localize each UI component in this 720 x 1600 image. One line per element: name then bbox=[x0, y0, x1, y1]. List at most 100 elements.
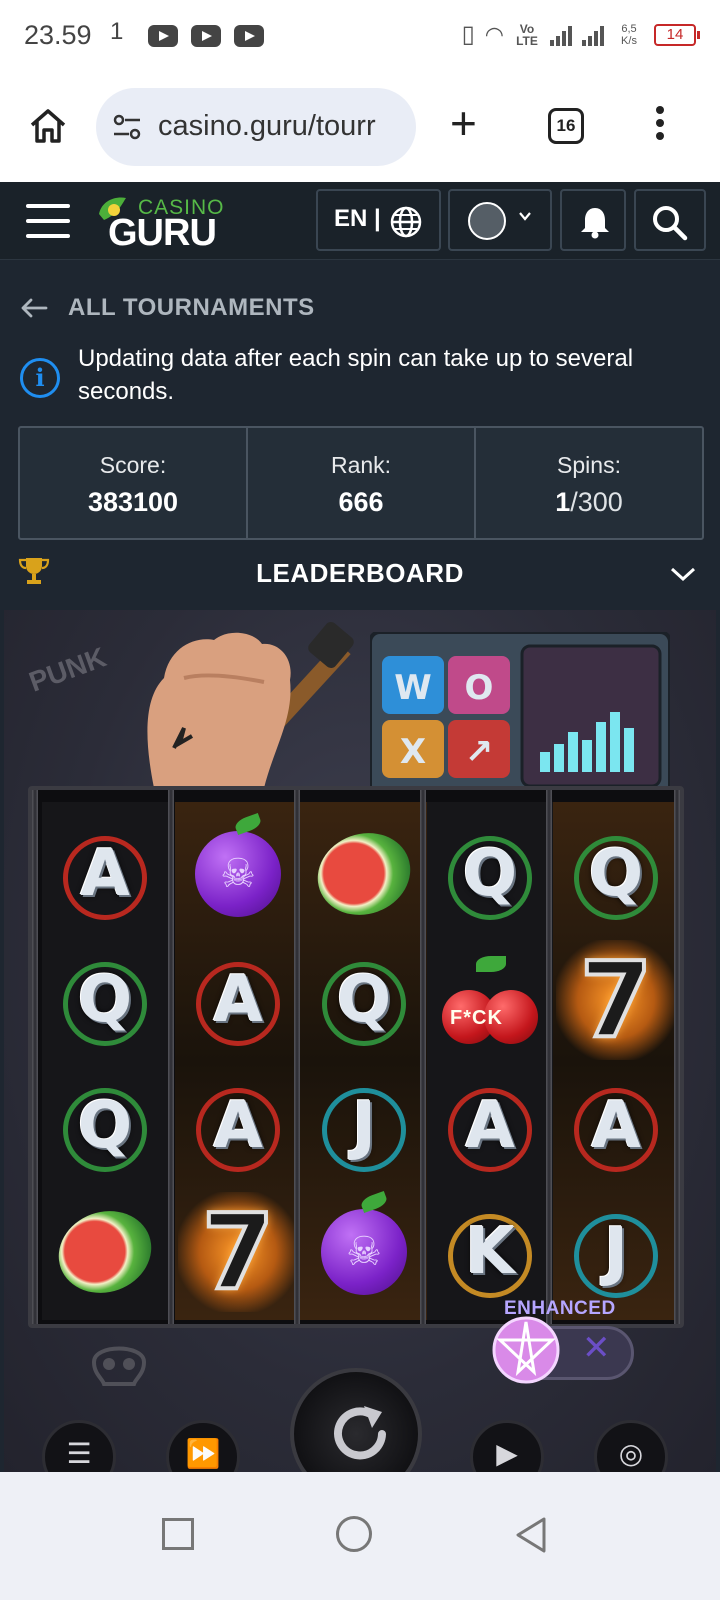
battery-icon: 14 bbox=[654, 23, 700, 46]
drum-pad-machine: W O X ↗ bbox=[370, 632, 670, 798]
rank-value: 666 bbox=[338, 487, 384, 517]
volte-label: Vo LTE bbox=[516, 21, 538, 48]
info-icon: i bbox=[20, 358, 60, 398]
symbol-jack: J bbox=[556, 1192, 676, 1312]
symbol-queen: Q bbox=[304, 940, 424, 1060]
fast-forward-icon: ⏩ bbox=[185, 1438, 221, 1469]
youtube-icon bbox=[191, 25, 221, 47]
menu-button[interactable]: ☰ bbox=[42, 1420, 116, 1472]
reel: Q F*CK A K bbox=[427, 802, 553, 1320]
spins-label: Spins: bbox=[557, 452, 621, 478]
url-text[interactable]: casino.guru/tourr bbox=[158, 110, 376, 143]
pad-letter: W bbox=[394, 668, 432, 708]
leaderboard-title: LEADERBOARD bbox=[256, 558, 464, 588]
arrow-left-icon bbox=[21, 298, 48, 318]
leaderboard-toggle[interactable]: LEADERBOARD bbox=[0, 544, 720, 606]
symbol-watermelon bbox=[45, 1192, 165, 1312]
chevron-down-icon bbox=[670, 567, 696, 582]
autoplay-button[interactable]: ▶ bbox=[470, 1420, 544, 1472]
symbol-ace: A bbox=[430, 1066, 550, 1186]
vibrate-icon: ▯ bbox=[461, 21, 475, 48]
reel: ☠ A A 7 bbox=[175, 802, 301, 1320]
system-nav-bar bbox=[0, 1472, 720, 1600]
reel: Q J ☠ bbox=[301, 802, 427, 1320]
pentagram-icon bbox=[492, 1316, 560, 1384]
status-icons: ▯ ◠ Vo LTE 6,5 K/s 14 bbox=[461, 20, 700, 49]
pad-letter: X bbox=[400, 732, 426, 772]
symbol-queen: Q bbox=[45, 1066, 165, 1186]
score-value: 383100 bbox=[87, 487, 179, 517]
symbol-ace: A bbox=[45, 814, 165, 934]
hamburger-icon[interactable] bbox=[26, 204, 70, 238]
enhanced-off-icon: ✕ bbox=[582, 1329, 611, 1367]
play-icon: ▶ bbox=[496, 1438, 518, 1469]
browser-toolbar: casino.guru/tourr + 16 bbox=[0, 72, 720, 182]
back-to-tournaments-link[interactable]: ALL TOURNAMENTS bbox=[20, 290, 315, 326]
symbol-queen: Q bbox=[556, 814, 676, 934]
rank-stat: Rank: 666 bbox=[248, 428, 476, 538]
symbol-jack: J bbox=[304, 1066, 424, 1186]
recents-button[interactable] bbox=[162, 1518, 194, 1550]
site-settings-icon[interactable] bbox=[112, 114, 142, 140]
signal-icon bbox=[582, 24, 604, 46]
symbol-watermelon bbox=[304, 814, 424, 934]
notifications-button[interactable] bbox=[560, 189, 626, 251]
skull-graffiti bbox=[91, 1346, 147, 1386]
globe-icon bbox=[390, 206, 422, 238]
new-tab-button[interactable]: + bbox=[450, 100, 477, 146]
symbol-ace: A bbox=[556, 1066, 676, 1186]
symbol-queen: Q bbox=[45, 940, 165, 1060]
pad-letter: O bbox=[465, 668, 494, 708]
user-menu-button[interactable] bbox=[448, 189, 552, 251]
status-bar: 23.59 1 ▯ ◠ Vo LTE 6,5 K/s 14 bbox=[0, 0, 720, 72]
symbol-ace: A bbox=[178, 1066, 298, 1186]
language-selector[interactable]: EN | bbox=[316, 189, 441, 251]
spins-stat: Spins: 1/300 bbox=[476, 428, 702, 538]
wifi-icon: ◠ bbox=[484, 21, 504, 47]
spins-value: 1/300 bbox=[555, 487, 623, 517]
chevron-down-icon bbox=[519, 212, 531, 221]
rank-label: Rank: bbox=[330, 452, 392, 478]
enhanced-toggle[interactable]: ENHANCED ✕ bbox=[490, 1298, 640, 1384]
spin-button[interactable] bbox=[290, 1368, 422, 1472]
score-stat: Score: 383100 bbox=[20, 428, 248, 538]
punk-graffiti: PUNK bbox=[24, 641, 111, 698]
symbol-seven: 7 bbox=[178, 1189, 298, 1315]
symbol-queen: Q bbox=[430, 814, 550, 934]
fist-guitar-illustration bbox=[147, 621, 354, 788]
tab-switcher-button[interactable]: 16 bbox=[548, 108, 584, 144]
reels-grid: A Q Q ☠ A A 7 Q J ☠ Q F*CK A K Q 7 A J bbox=[28, 786, 684, 1328]
signal-icon bbox=[550, 24, 572, 46]
youtube-icon bbox=[148, 25, 178, 47]
turbo-button[interactable]: ⏩ bbox=[166, 1420, 240, 1472]
tournament-stats: Score: 383100 Rank: 666 Spins: 1/300 bbox=[18, 426, 704, 540]
address-bar[interactable]: casino.guru/tourr bbox=[96, 88, 416, 166]
avatar-icon bbox=[468, 202, 506, 240]
youtube-icon bbox=[234, 25, 264, 47]
slot-game-canvas[interactable]: PUNK W O X ↗ A Q Q ☠ A A 7 Q J ☠ Q F*CK … bbox=[4, 610, 716, 1472]
reel: A Q Q bbox=[42, 802, 168, 1320]
more-vert-icon[interactable] bbox=[656, 106, 666, 146]
back-button[interactable] bbox=[514, 1516, 548, 1554]
home-icon[interactable] bbox=[28, 106, 68, 146]
clock: 23.59 bbox=[24, 20, 92, 50]
symbol-king: K bbox=[430, 1192, 550, 1312]
coins-icon: ◎ bbox=[618, 1438, 644, 1469]
symbol-seven: 7 bbox=[556, 937, 676, 1063]
logo-guru-text: GURU bbox=[108, 212, 217, 254]
back-link-label: ALL TOURNAMENTS bbox=[68, 294, 315, 321]
score-label: Score: bbox=[99, 452, 167, 478]
menu-icon: ☰ bbox=[66, 1438, 92, 1469]
spin-icon bbox=[334, 1406, 386, 1460]
home-button[interactable] bbox=[336, 1516, 372, 1552]
site-header: CASINO GURU EN | bbox=[0, 182, 720, 260]
pad-letter: ↗ bbox=[465, 732, 494, 772]
bet-button[interactable]: ◎ bbox=[594, 1420, 668, 1472]
search-button[interactable] bbox=[634, 189, 706, 251]
reel: Q 7 A J bbox=[553, 802, 679, 1320]
notification-badge: 1 bbox=[110, 18, 124, 45]
casino-guru-logo[interactable]: CASINO GURU bbox=[96, 194, 226, 254]
symbol-cherry: F*CK bbox=[430, 940, 550, 1060]
network-speed: 6,5 K/s bbox=[621, 22, 637, 47]
symbol-ace: A bbox=[178, 940, 298, 1060]
